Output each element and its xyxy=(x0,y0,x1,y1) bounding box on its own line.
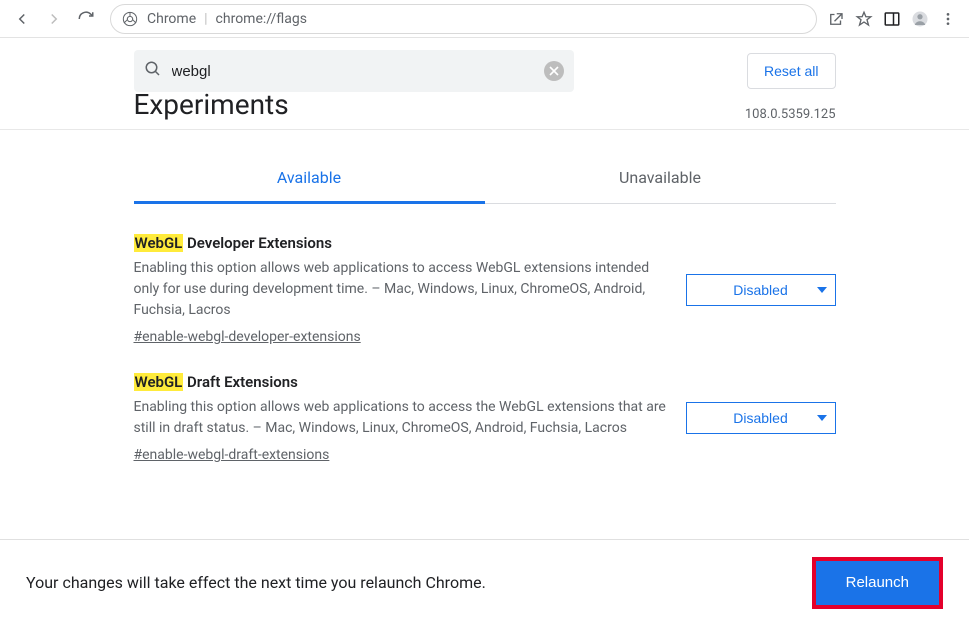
url-text: chrome://flags xyxy=(216,11,307,27)
site-label: Chrome xyxy=(147,11,196,27)
flag-title-rest: Developer Extensions xyxy=(183,234,332,252)
page-title: Experiments xyxy=(134,88,289,121)
flag-item: WebGL Draft Extensions Enabling this opt… xyxy=(134,373,836,491)
highlight: WebGL xyxy=(134,373,184,391)
flag-select[interactable]: Disabled xyxy=(686,274,836,306)
clear-search-button[interactable] xyxy=(544,61,564,81)
flag-description: Enabling this option allows web applicat… xyxy=(134,397,670,439)
search-box xyxy=(134,50,574,92)
separator: | xyxy=(204,11,207,27)
omnibox[interactable]: Chrome | chrome://flags xyxy=(110,4,817,34)
flag-item: WebGL Developer Extensions Enabling this… xyxy=(134,234,836,373)
flag-select[interactable]: Disabled xyxy=(686,402,836,434)
flag-description: Enabling this option allows web applicat… xyxy=(134,258,670,321)
profile-icon[interactable] xyxy=(911,10,929,28)
search-icon xyxy=(144,60,162,82)
flag-title: WebGL Developer Extensions xyxy=(134,234,670,252)
panel-icon[interactable] xyxy=(883,10,901,28)
highlight: WebGL xyxy=(134,234,184,252)
search-input[interactable] xyxy=(172,63,534,80)
share-icon[interactable] xyxy=(827,10,845,28)
version-label: 108.0.5359.125 xyxy=(745,107,836,122)
reload-button[interactable] xyxy=(72,5,100,33)
back-button[interactable] xyxy=(8,5,36,33)
flag-title-rest: Draft Extensions xyxy=(183,373,298,391)
bookmark-icon[interactable] xyxy=(855,10,873,28)
tab-unavailable[interactable]: Unavailable xyxy=(485,154,836,203)
menu-icon[interactable] xyxy=(939,10,957,28)
browser-toolbar: Chrome | chrome://flags xyxy=(0,0,969,38)
restart-bar: Your changes will take effect the next t… xyxy=(0,539,969,625)
relaunch-highlight: Relaunch xyxy=(812,557,943,609)
forward-button[interactable] xyxy=(40,5,68,33)
chrome-icon xyxy=(121,10,139,28)
reset-all-button[interactable]: Reset all xyxy=(747,53,835,89)
flag-hash-link[interactable]: #enable-webgl-developer-extensions xyxy=(134,329,361,345)
relaunch-button[interactable]: Relaunch xyxy=(816,561,939,605)
tab-available[interactable]: Available xyxy=(134,154,485,204)
flag-title: WebGL Draft Extensions xyxy=(134,373,670,391)
restart-message: Your changes will take effect the next t… xyxy=(26,573,486,592)
tabs: Available Unavailable xyxy=(134,154,836,204)
flag-hash-link[interactable]: #enable-webgl-draft-extensions xyxy=(134,447,330,463)
